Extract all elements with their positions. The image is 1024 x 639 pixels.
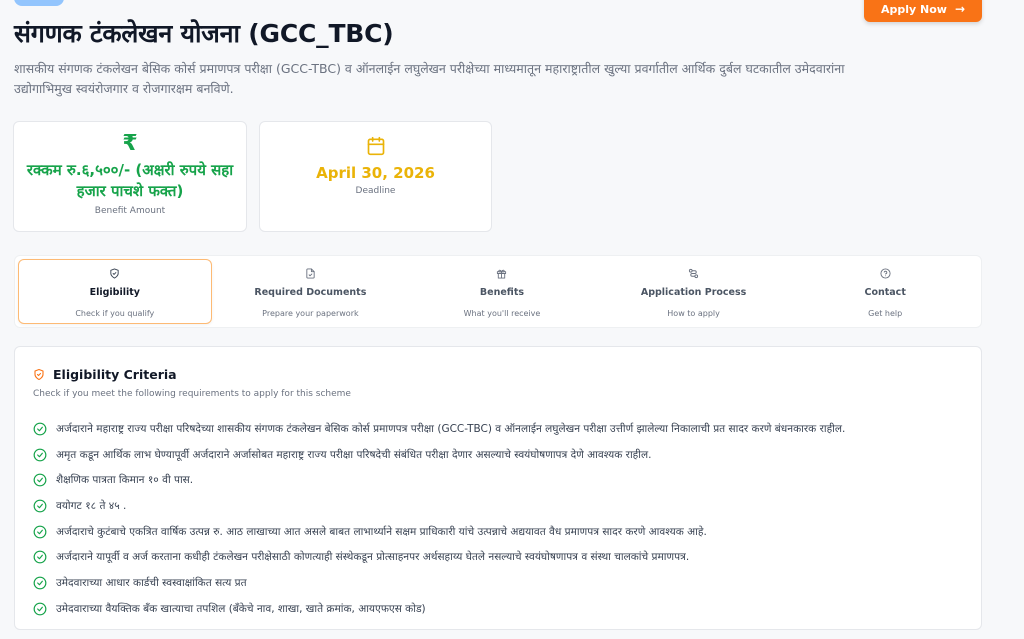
criteria-text: शैक्षणिक पात्रता किमान १० वी पास. <box>56 474 194 487</box>
benefit-label: Benefit Amount <box>94 206 166 216</box>
list-item: वयोगट १८ ते ४५ . <box>33 493 973 519</box>
tab-title: Contact <box>864 287 906 298</box>
arrow-right-icon: → <box>954 2 966 16</box>
criteria-text: अमृत कडून आर्थिक लाभ घेण्यापूर्वी अर्जदा… <box>56 448 652 461</box>
scheme-description: शासकीय संगणक टंकलेखन बेसिक कोर्स प्रमाणप… <box>14 61 845 96</box>
tab-title: Eligibility <box>89 287 140 298</box>
benefit-amount: रक्कम रु.६,५००/- (अक्षरी रुपये सहा हजार … <box>26 161 234 200</box>
tab-benefits[interactable]: Benefits What you'll receive <box>406 256 598 327</box>
gift-icon <box>497 269 507 279</box>
check-circle-icon <box>33 576 47 590</box>
benefit-card: ₹ रक्कम रु.६,५००/- (अक्षरी रुपये सहा हजा… <box>13 121 247 232</box>
criteria-text: अर्जदाराचे कुटंबाचे एकत्रित वार्षिक उत्प… <box>56 525 707 538</box>
apply-now-button[interactable]: Apply Now → <box>864 0 982 22</box>
eligibility-panel: Eligibility Criteria Check if you meet t… <box>14 346 982 630</box>
eligibility-heading: Eligibility Criteria <box>33 367 177 382</box>
list-item: अमृत कडून आर्थिक लाभ घेण्यापूर्वी अर्जदा… <box>33 442 973 468</box>
tab-title: Required Documents <box>254 287 367 298</box>
deadline-card: April 30, 2026 Deadline <box>259 121 492 232</box>
tab-subtitle: Check if you qualify <box>75 309 155 318</box>
list-item: अर्जदाराचे कुटंबाचे एकत्रित वार्षिक उत्प… <box>33 519 973 545</box>
tab-eligibility[interactable]: Eligibility Check if you qualify <box>18 259 212 324</box>
criteria-text: अर्जदाराने महाराष्ट्र राज्य परीक्षा परिष… <box>56 422 846 435</box>
check-circle-icon <box>33 525 47 539</box>
criteria-text: उमेदवाराच्या आधार कार्डची स्वस्वाक्षांकि… <box>56 576 247 589</box>
list-item: अर्जदाराने महाराष्ट्र राज्य परीक्षा परिष… <box>33 416 973 442</box>
tab-application-process[interactable]: Application Process How to apply <box>598 256 790 327</box>
tab-subtitle: Prepare your paperwork <box>262 309 359 318</box>
deadline-label: Deadline <box>355 186 396 196</box>
tab-contact[interactable]: Contact Get help <box>789 256 981 327</box>
check-circle-icon <box>33 422 47 436</box>
help-circle-icon <box>880 268 891 279</box>
calendar-icon <box>367 136 384 156</box>
criteria-text: वयोगट १८ ते ४५ . <box>56 499 127 512</box>
criteria-text: उमेदवाराच्या वैयक्तिक बँक खात्याचा तपशिल… <box>56 602 426 615</box>
list-item: शैक्षणिक पात्रता किमान १० वी पास. <box>33 467 973 493</box>
tab-subtitle: What you'll receive <box>463 309 541 318</box>
check-circle-icon <box>33 448 47 461</box>
shield-check-icon <box>110 268 119 279</box>
check-circle-icon <box>33 550 47 564</box>
check-circle-icon <box>33 473 47 487</box>
eligibility-list: अर्जदाराने महाराष्ट्र राज्य परीक्षा परिष… <box>33 416 973 622</box>
file-icon <box>306 268 315 279</box>
check-circle-icon <box>33 499 47 513</box>
tab-subtitle: Get help <box>868 309 903 318</box>
eligibility-subtitle: Check if you meet the following requirem… <box>33 389 351 399</box>
apply-now-label: Apply Now <box>880 2 947 16</box>
list-item: उमेदवाराच्या वैयक्तिक बँक खात्याचा तपशिल… <box>33 596 973 622</box>
tab-title: Benefits <box>479 287 525 298</box>
top-pill <box>14 0 64 6</box>
shield-icon <box>34 368 44 381</box>
eligibility-title: Eligibility Criteria <box>53 367 177 382</box>
tab-required-documents[interactable]: Required Documents Prepare your paperwor… <box>215 256 407 327</box>
check-circle-icon <box>33 602 47 616</box>
tab-subtitle: How to apply <box>667 309 720 318</box>
rupee-icon: ₹ <box>122 131 138 156</box>
deadline-date: April 30, 2026 <box>316 164 435 182</box>
criteria-text: अर्जदाराने यापूर्वी व अर्ज करताना कधीही … <box>56 551 690 564</box>
route-icon <box>688 268 699 279</box>
list-item: अर्जदाराने यापूर्वी व अर्ज करताना कधीही … <box>33 544 973 570</box>
list-item: उमेदवाराच्या आधार कार्डची स्वस्वाक्षांकि… <box>33 570 973 596</box>
scheme-tabs: Eligibility Check if you qualify Require… <box>14 255 982 328</box>
page-title: संगणक टंकलेखन योजना (GCC_TBC) <box>14 19 394 48</box>
tab-title: Application Process <box>640 287 747 298</box>
